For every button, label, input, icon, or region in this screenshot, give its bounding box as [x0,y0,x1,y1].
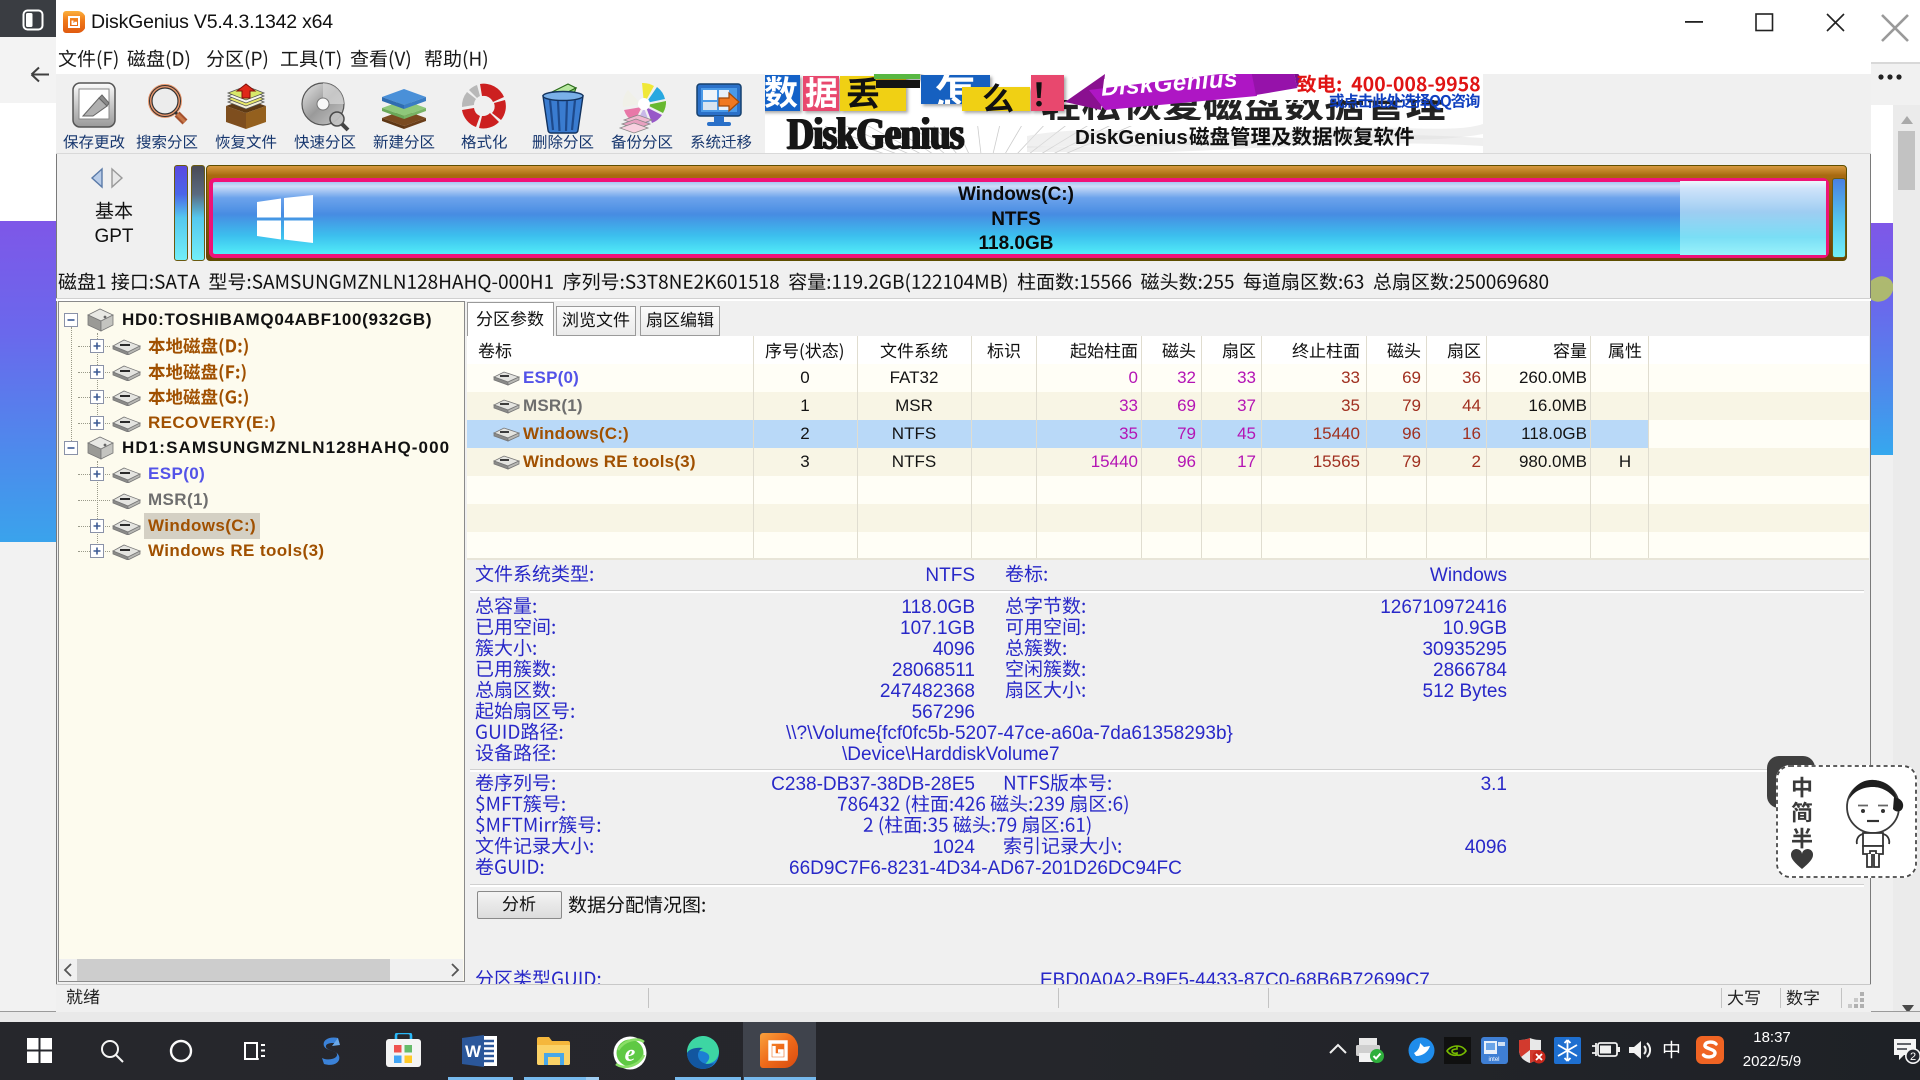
svg-text:intel: intel [1488,1057,1499,1063]
svg-text:e: e [625,1041,636,1067]
svg-text:W: W [465,1042,482,1061]
svg-text:2: 2 [1910,1051,1916,1063]
